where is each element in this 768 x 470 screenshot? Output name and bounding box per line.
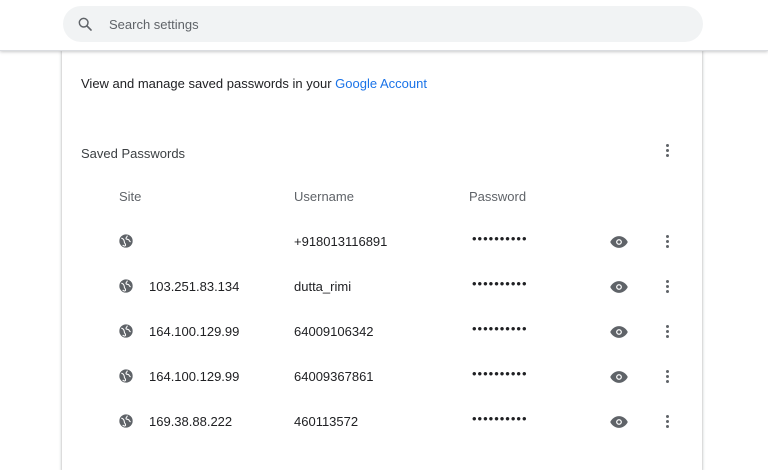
password-masked: •••••••••• (472, 231, 528, 246)
row-menu-icon[interactable] (657, 276, 677, 296)
search-icon (78, 17, 92, 31)
column-header-password: Password (469, 189, 527, 204)
settings-header (0, 0, 768, 51)
password-row: +918013116891 •••••••••• (62, 219, 702, 264)
password-masked: •••••••••• (472, 276, 528, 291)
password-masked: •••••••••• (472, 321, 528, 336)
site-name[interactable]: 164.100.129.99 (149, 324, 239, 339)
password-row: 164.100.129.99 64009106342 •••••••••• (62, 309, 702, 354)
search-bar[interactable] (63, 6, 703, 42)
row-menu-icon[interactable] (657, 366, 677, 386)
saved-passwords-menu-icon[interactable] (657, 140, 677, 160)
username: 460113572 (294, 414, 359, 429)
username: dutta_rimi (294, 279, 352, 294)
username: 64009106342 (294, 324, 374, 339)
google-account-link[interactable]: Google Account (335, 76, 427, 91)
globe-icon (119, 414, 133, 428)
password-row: 164.100.129.99 64009367861 •••••••••• (62, 354, 702, 399)
show-password-eye-icon[interactable] (609, 232, 629, 252)
globe-icon (119, 369, 133, 383)
row-menu-icon[interactable] (657, 231, 677, 251)
show-password-eye-icon[interactable] (609, 277, 629, 297)
show-password-eye-icon[interactable] (609, 412, 629, 432)
column-header-username: Username (294, 189, 354, 204)
site-name[interactable]: 164.100.129.99 (149, 369, 239, 384)
site-name[interactable]: 169.38.88.222 (149, 414, 232, 429)
row-menu-icon[interactable] (657, 321, 677, 341)
search-input[interactable] (107, 8, 671, 40)
password-row: 103.251.83.134 dutta_rimi •••••••••• (62, 264, 702, 309)
password-masked: •••••••••• (472, 411, 528, 426)
column-header-site: Site (119, 189, 142, 204)
manage-passwords-label: View and manage saved passwords in your (81, 76, 336, 91)
row-menu-icon[interactable] (657, 411, 677, 431)
username: +918013116891 (294, 234, 388, 249)
password-row: 169.38.88.222 460113572 •••••••••• (62, 399, 702, 444)
saved-passwords-title: Saved Passwords (81, 146, 186, 161)
globe-icon (119, 279, 133, 293)
username: 64009367861 (294, 369, 374, 384)
passwords-card: View and manage saved passwords in your … (62, 50, 702, 470)
show-password-eye-icon[interactable] (609, 367, 629, 387)
globe-icon (119, 234, 133, 248)
show-password-eye-icon[interactable] (609, 322, 629, 342)
manage-passwords-text: View and manage saved passwords in your … (81, 76, 427, 91)
site-name[interactable]: 103.251.83.134 (149, 279, 239, 294)
globe-icon (119, 324, 133, 338)
password-masked: •••••••••• (472, 366, 528, 381)
